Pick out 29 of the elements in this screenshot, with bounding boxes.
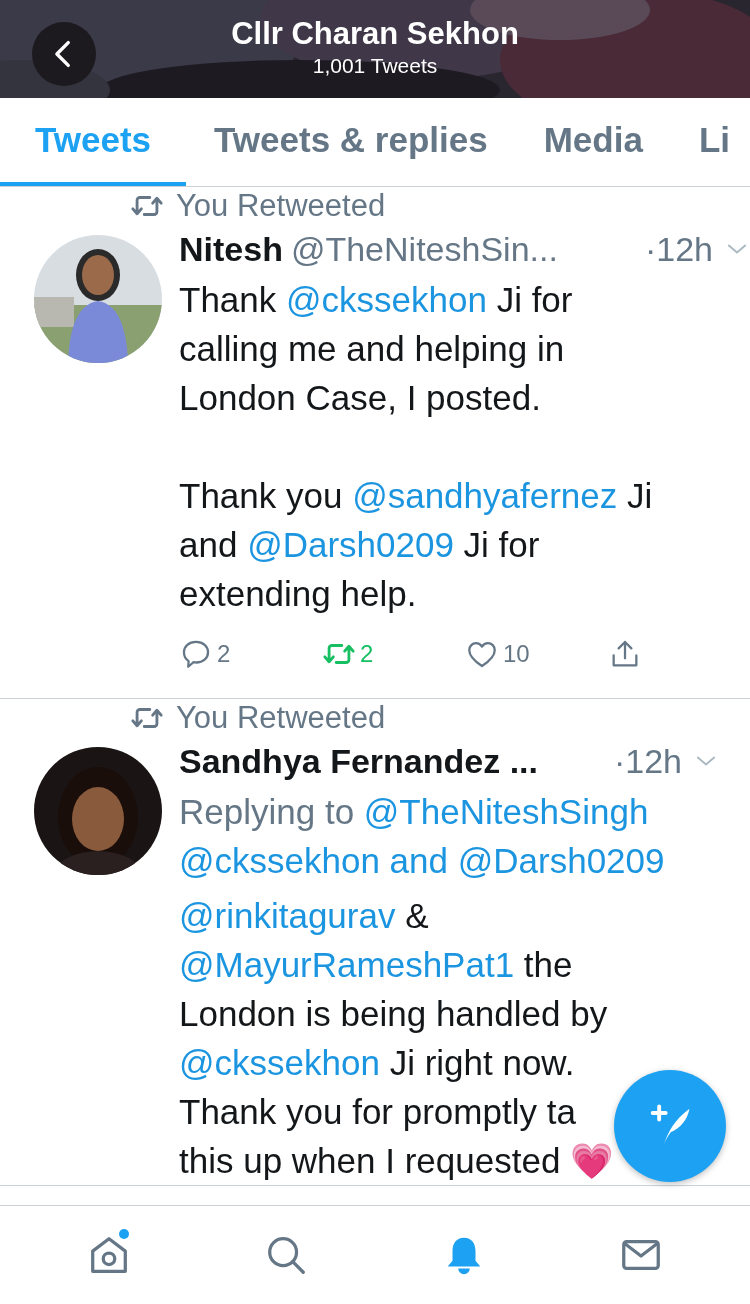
tweet-text: Thank @ckssekhon Ji for calling me and helping in London Case, I posted. [179,279,573,419]
profile-tab[interactable]: Media [515,98,671,186]
tweet-text: @rinkitagurav & @MayurRameshPat1 the London is being handled by @ckssekhon Ji right now. Thank you for promptly ta this up when I requested 💗 [179,895,615,1182]
mention-link[interactable]: @MayurRameshPat1 [179,945,515,984]
reply-context: Replying to @TheNiteshSingh @ckssekhon and @Darsh0209 [179,791,665,882]
reply-button[interactable]: 2 [179,637,322,671]
display-name: Nitesh [179,229,283,269]
mention-link[interactable]: @Darsh0209 [247,525,454,564]
tweet-time: ·12h [644,229,713,269]
mention-link[interactable]: @TheNiteshSingh [363,792,649,831]
mention-link[interactable]: @ckssekhon [179,1043,380,1082]
tweet-time: ·12h [613,741,682,781]
mention-link[interactable]: @ckssekhon and @Darsh0209 [179,841,665,880]
mention-link[interactable]: @rinkitagurav [179,896,396,935]
like-button[interactable]: 10 [465,637,608,671]
profile-tab[interactable]: Li [670,98,750,186]
retweet-context: You Retweeted [176,700,386,736]
tweet-count: 1,001 Tweets [312,53,438,79]
profile-tab[interactable]: Tweets & replies [186,98,516,186]
mention-link[interactable]: @sandhyafernez [352,476,618,515]
retweet-button[interactable]: 2 [322,637,465,671]
mention-link[interactable]: @ckssekhon [286,280,487,319]
profile-name: Cllr Charan Sekhon [231,15,519,53]
user-handle: @TheNiteshSin... [290,229,558,269]
compose-button[interactable] [614,1070,726,1182]
display-name: Sandhya Fernandez ... [179,741,538,781]
profile-tab[interactable]: Tweets [0,98,187,186]
tweet-text: Thank you @sandhyafernez Ji and @Darsh0209 Ji for extending help. [179,475,653,615]
retweet-context: You Retweeted [176,188,386,224]
